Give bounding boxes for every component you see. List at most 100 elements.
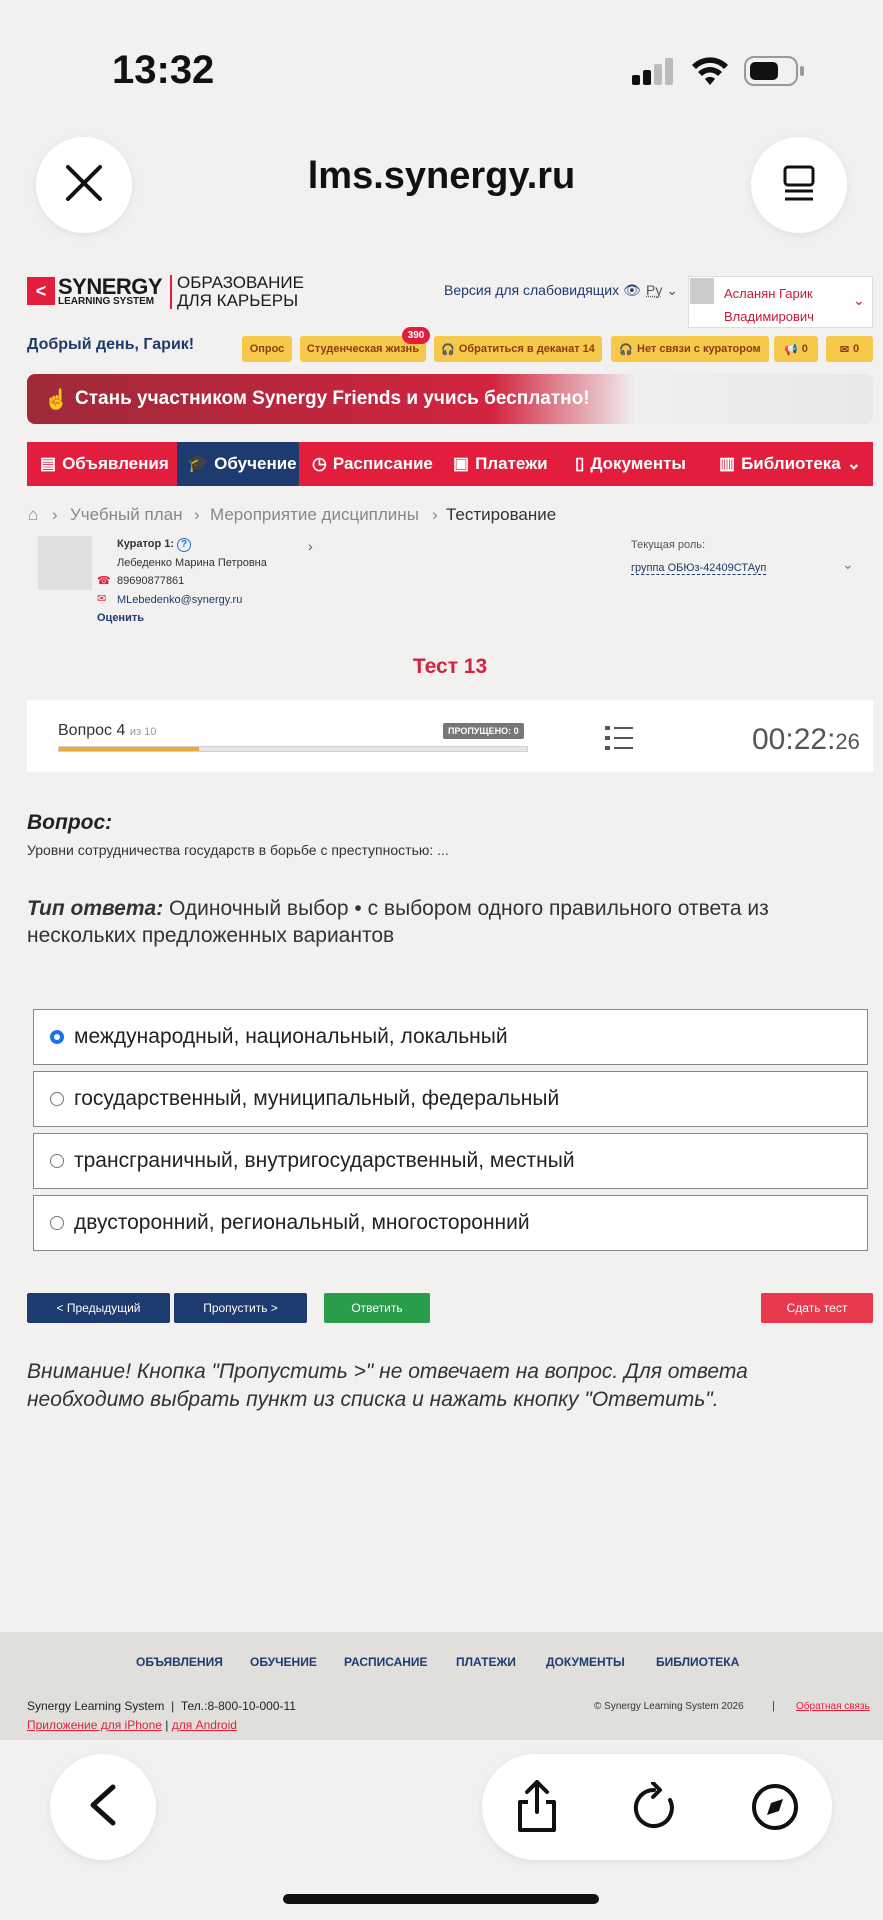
footer-nav-documents[interactable]: ДОКУМЕНТЫ xyxy=(546,1655,625,1669)
list-menu-icon xyxy=(779,163,819,208)
mail-icon: ✉ xyxy=(97,592,106,605)
curator-contact-button[interactable]: 🎧 Нет связи с куратором xyxy=(611,336,769,362)
home-indicator xyxy=(283,1894,599,1904)
breadcrumb-event[interactable]: Мероприятие дисциплины xyxy=(210,505,419,525)
graduation-cap-icon: 🎓 xyxy=(187,454,208,474)
greeting: Добрый день, Гарик! xyxy=(27,336,194,354)
breadcrumb-study-plan[interactable]: Учебный план xyxy=(70,505,182,525)
footer-nav-schedule[interactable]: РАСПИСАНИЕ xyxy=(344,1655,428,1669)
skip-button[interactable]: Пропустить > xyxy=(174,1293,307,1323)
chevron-down-icon: ⌄ xyxy=(847,454,861,474)
breadcrumb-current: Тестирование xyxy=(446,505,556,525)
radio[interactable] xyxy=(50,1092,64,1106)
ios-app-link[interactable]: Приложение для iPhone xyxy=(27,1718,162,1732)
user-chevron-icon: ⌄ xyxy=(853,292,865,309)
mail-icon: ✉ xyxy=(840,343,849,356)
answer-option[interactable]: двусторонний, региональный, многосторонн… xyxy=(33,1195,868,1251)
accessibility-link[interactable]: Версия для слабовидящих 👁 xyxy=(444,282,641,299)
role-chevron-icon[interactable]: ⌄ xyxy=(842,556,854,573)
help-icon[interactable]: ? xyxy=(177,538,191,552)
submit-test-button[interactable]: Сдать тест xyxy=(761,1293,873,1323)
radio-selected[interactable] xyxy=(50,1030,64,1044)
back-icon xyxy=(85,1783,121,1832)
footer-nav-payments[interactable]: ПЛАТЕЖИ xyxy=(456,1655,516,1669)
nav-documents[interactable]: ▯ Документы xyxy=(565,442,696,486)
nav-learning[interactable]: 🎓 Обучение xyxy=(177,442,299,486)
curator-next-icon[interactable]: › xyxy=(308,538,313,554)
user-name: Асланян Гарик Владимирович xyxy=(724,282,814,328)
question-text: Уровни сотрудничества государств в борьб… xyxy=(27,842,449,858)
answer-option[interactable]: международный, национальный, локальный xyxy=(33,1009,868,1065)
progress-track xyxy=(58,746,528,752)
answer-type: Тип ответа: Одиночный выбор • с выбором … xyxy=(27,895,857,949)
footer-nav-library[interactable]: БИБЛИОТЕКА xyxy=(656,1655,739,1669)
role-select[interactable]: группа ОБЮз-42409СТАуп xyxy=(631,562,766,575)
rate-curator-link[interactable]: Оценить xyxy=(97,612,144,624)
role-label: Текущая роль: xyxy=(631,539,705,551)
share-icon[interactable] xyxy=(514,1780,560,1837)
curator-name: Лебеденко Марина Петровна xyxy=(117,557,267,569)
messages-button[interactable]: ✉ 0 xyxy=(826,336,873,362)
language-select[interactable]: Ру ⌄ xyxy=(646,282,678,299)
student-life-badge: 390 xyxy=(402,327,430,344)
document-icon: ▯ xyxy=(575,454,584,474)
payments-icon: ▣ xyxy=(453,454,469,474)
phone-icon: ☎ xyxy=(97,574,111,587)
test-title: Тест 13 xyxy=(0,655,883,679)
curator-label: Куратор 1: ? xyxy=(117,538,191,552)
breadcrumb-separator: › xyxy=(432,505,438,525)
skip-notice: Внимание! Кнопка "Пропустить >" не отвеч… xyxy=(27,1358,857,1414)
footer-company: Synergy Learning System | Тел.:8-800-10-… xyxy=(27,1699,296,1713)
notifications-button[interactable]: 📢 0 xyxy=(774,336,818,362)
nav-payments[interactable]: ▣ Платежи xyxy=(443,442,558,486)
nav-library[interactable]: ▥ Библиотека ⌄ xyxy=(709,442,871,486)
logo-sub: LEARNING SYSTEM xyxy=(58,296,154,307)
back-button[interactable] xyxy=(50,1754,156,1860)
progress-fill xyxy=(59,747,199,751)
dean-button[interactable]: 🎧 Обратиться в деканат 14 xyxy=(434,336,602,362)
nav-schedule[interactable]: ◷ Расписание xyxy=(302,442,443,486)
footer-apps: Приложение для iPhone | для Android xyxy=(27,1718,237,1732)
radio[interactable] xyxy=(50,1154,64,1168)
curator-avatar xyxy=(38,536,92,590)
book-icon: ▥ xyxy=(719,454,735,474)
status-time: 13:32 xyxy=(112,48,214,93)
logo-divider xyxy=(170,275,172,309)
android-app-link[interactable]: для Android xyxy=(172,1718,237,1732)
question-counter: Вопрос 4 из 10 xyxy=(58,722,156,740)
headset-icon: 🎧 xyxy=(441,343,455,356)
eye-icon: 👁 xyxy=(623,282,641,298)
previous-button[interactable]: < Предыдущий xyxy=(27,1293,170,1323)
synergy-logo-mark[interactable]: < xyxy=(27,277,55,305)
pointer-hand-icon: ☝ xyxy=(44,387,69,412)
reader-menu-button[interactable] xyxy=(751,137,847,233)
wifi-icon xyxy=(690,55,730,87)
news-icon: ▤ xyxy=(40,454,56,474)
timer: 00:22:26 xyxy=(752,723,860,757)
battery-icon xyxy=(744,56,806,86)
answer-option[interactable]: государственный, муниципальный, федераль… xyxy=(33,1071,868,1127)
curator-phone[interactable]: 89690877861 xyxy=(117,575,184,587)
feedback-link[interactable]: Обратная связь xyxy=(796,1701,870,1712)
question-heading: Вопрос: xyxy=(27,811,112,835)
footer-nav-announcements[interactable]: ОБЪЯВЛЕНИЯ xyxy=(136,1655,223,1669)
reload-icon[interactable] xyxy=(631,1782,677,1837)
chevron-down-icon: ⌄ xyxy=(666,282,678,298)
footer-nav-learning[interactable]: ОБУЧЕНИЕ xyxy=(250,1655,317,1669)
promo-banner-text: Стань участником Synergy Friends и учись… xyxy=(75,388,590,410)
home-icon[interactable]: ⌂ xyxy=(28,505,38,525)
curator-email[interactable]: MLebedenko@synergy.ru xyxy=(117,594,242,606)
breadcrumb-separator: › xyxy=(194,505,200,525)
compass-icon[interactable] xyxy=(751,1783,799,1836)
megaphone-icon: 📢 xyxy=(784,343,798,356)
footer-copyright: © Synergy Learning System 2026 xyxy=(594,1701,744,1712)
clock-icon: ◷ xyxy=(312,454,327,474)
answer-button[interactable]: Ответить xyxy=(324,1293,430,1323)
skipped-badge: ПРОПУЩЕНО: 0 xyxy=(443,723,524,739)
radio[interactable] xyxy=(50,1216,64,1230)
survey-button[interactable]: Опрос xyxy=(242,336,292,362)
nav-announcements[interactable]: ▤ Объявления xyxy=(30,442,179,486)
answer-option[interactable]: трансграничный, внутригосударственный, м… xyxy=(33,1133,868,1189)
question-list-icon[interactable] xyxy=(604,724,634,757)
cellular-signal-icon xyxy=(632,57,676,87)
